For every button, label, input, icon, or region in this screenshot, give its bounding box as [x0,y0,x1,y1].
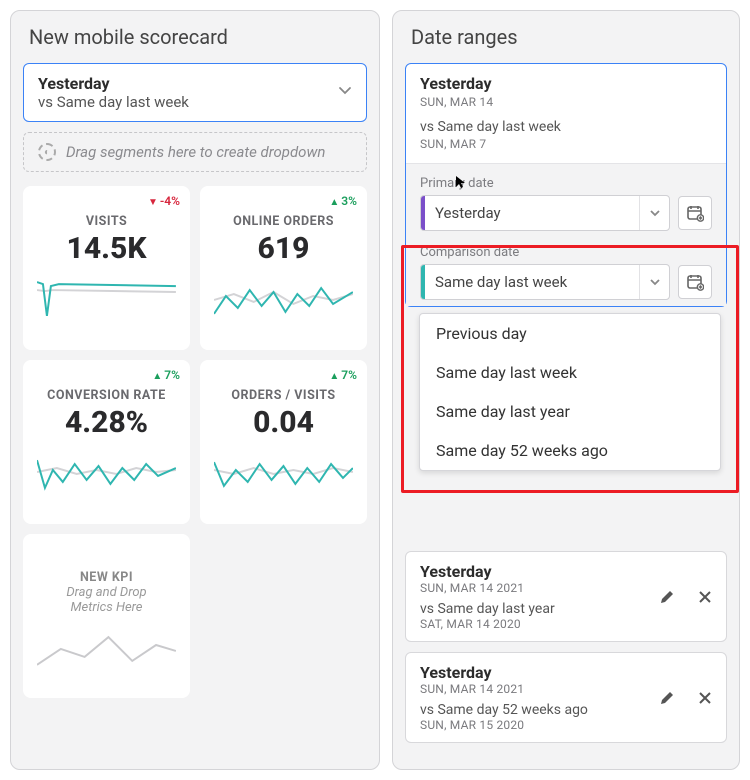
primary-date-label: Primary date [420,176,726,191]
date-ranges-title: Date ranges [411,25,725,49]
chevron-down-icon [639,265,669,299]
close-icon[interactable] [694,687,716,709]
kpi-tile-visits[interactable]: ▼-4% VISITS 14.5K [23,186,190,350]
chevron-down-icon [639,196,669,230]
segments-drop-zone[interactable]: ◐ Drag segments here to create dropdown [23,132,367,172]
delta-badge: ▲3% [329,194,357,208]
range-title: Yesterday [420,562,712,581]
active-vs-label: vs Same day last week [420,119,712,135]
range-sub-label: vs Same day last week [38,93,328,111]
drop-zone-text: Drag segments here to create dropdown [66,143,325,161]
sparkline [214,272,353,324]
delta-badge: ▲7% [152,368,180,382]
kpi-tile-online-orders[interactable]: ▲3% ONLINE ORDERS 619 [200,186,367,350]
kpi-value: 0.04 [208,405,359,440]
comparison-date-block: Comparison date Same day last week [406,239,726,302]
date-range-card[interactable]: Yesterday SUN, MAR 14 2021 vs Same day l… [405,551,727,642]
date-range-dropdown[interactable]: Yesterday vs Same day last week [23,63,367,122]
kpi-value: 4.28% [31,405,182,440]
kpi-tile-orders-visits[interactable]: ▲7% ORDERS / VISITS 0.04 [200,360,367,524]
active-primary-sub: SUN, MAR 14 [420,95,712,109]
calendar-add-button[interactable] [678,196,712,230]
range-primary-label: Yesterday [38,74,328,93]
chevron-down-icon [338,84,352,102]
sparkline [37,446,176,498]
dropdown-item[interactable]: Same day 52 weeks ago [420,431,720,470]
range-vs-sub: SUN, MAR 15 2020 [420,718,712,732]
calendar-add-button[interactable] [678,265,712,299]
placeholder-title: NEW KPI [31,570,182,585]
comparison-date-label: Comparison date [420,245,726,260]
kpi-label: CONVERSION RATE [31,388,182,403]
sparkline [214,446,353,498]
range-vs-sub: SAT, MAR 14 2020 [420,617,712,631]
range-title: Yesterday [420,663,712,682]
kpi-label: ONLINE ORDERS [208,214,359,229]
active-vs-sub: SUN, MAR 7 [420,137,712,151]
active-primary-title: Yesterday [420,74,712,93]
segment-icon: ◐ [38,143,56,161]
kpi-tile-conversion-rate[interactable]: ▲7% CONVERSION RATE 4.28% [23,360,190,524]
placeholder-sub1: Drag and Drop [31,585,182,600]
date-range-card-active[interactable]: Yesterday SUN, MAR 14 vs Same day last w… [405,63,727,307]
comparison-date-select[interactable]: Same day last week [420,264,670,300]
dropdown-item[interactable]: Same day last week [420,353,720,392]
kpi-label: VISITS [31,214,182,229]
primary-date-select[interactable]: Yesterday [420,195,670,231]
dropdown-item[interactable]: Previous day [420,314,720,353]
primary-date-value: Yesterday [425,204,639,222]
edit-icon[interactable] [656,687,678,709]
kpi-value: 619 [208,231,359,266]
delta-badge: ▼-4% [148,194,180,208]
sparkline [37,272,176,324]
date-range-card[interactable]: Yesterday SUN, MAR 14 2021 vs Same day 5… [405,652,727,743]
kpi-label: ORDERS / VISITS [208,388,359,403]
close-icon[interactable] [694,586,716,608]
placeholder-sub2: Metrics Here [31,600,182,615]
delta-badge: ▲7% [329,368,357,382]
edit-icon[interactable] [656,586,678,608]
scorecard-title: New mobile scorecard [29,25,365,49]
sparkline [37,621,176,673]
comparison-date-dropdown-menu: Previous day Same day last week Same day… [419,313,721,471]
comparison-date-value: Same day last week [425,273,639,291]
kpi-value: 14.5K [31,231,182,266]
dropdown-item[interactable]: Same day last year [420,392,720,431]
kpi-tile-placeholder[interactable]: NEW KPI Drag and Drop Metrics Here [23,534,190,698]
